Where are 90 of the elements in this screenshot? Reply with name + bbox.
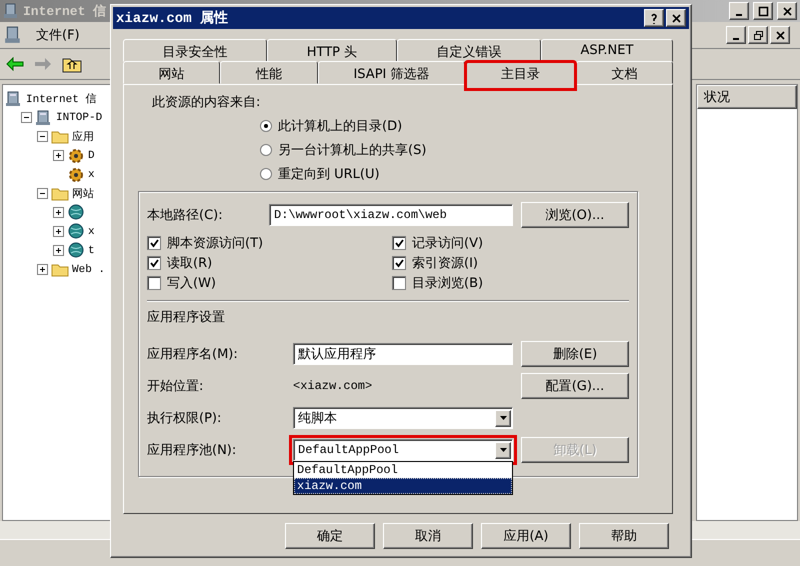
tree-item[interactable]: t — [88, 244, 95, 256]
app-icon — [4, 26, 22, 44]
browse-button[interactable]: 浏览(O)... — [521, 202, 629, 228]
radio-label[interactable]: 此计算机上的目录(D) — [278, 117, 402, 135]
path-field[interactable]: D:\wwwroot\xiazw.com\web — [269, 204, 513, 226]
window-title: Internet 信 — [23, 3, 106, 20]
app-icon — [3, 3, 19, 19]
checkbox-label[interactable]: 写入(W) — [167, 274, 216, 292]
minus-icon[interactable] — [37, 188, 48, 199]
minus-icon[interactable] — [21, 112, 32, 123]
field-label: 应用程序名(M): — [147, 346, 239, 363]
close-icon[interactable] — [774, 30, 786, 40]
checkbox-label[interactable]: 脚本资源访问(T) — [167, 234, 264, 252]
tree-item[interactable]: INTOP-D — [56, 112, 102, 124]
tab[interactable]: 主目录 — [465, 61, 576, 90]
action-button[interactable]: 配置(G)... — [521, 373, 629, 399]
tree-item[interactable]: 应用 — [72, 129, 94, 144]
checkbox[interactable] — [392, 276, 406, 290]
checkbox-label[interactable]: 目录浏览(B) — [412, 274, 484, 292]
close-icon[interactable] — [670, 12, 682, 24]
app-name-field[interactable]: 默认应用程序 — [293, 343, 513, 365]
tab[interactable]: 文档 — [576, 61, 673, 84]
dropdown-arrow-icon[interactable] — [500, 448, 506, 452]
tab[interactable]: ASP.NET — [540, 39, 674, 62]
radio-button[interactable] — [260, 120, 272, 132]
gear-icon — [67, 166, 85, 182]
checkbox[interactable] — [147, 236, 161, 250]
dialog-button[interactable]: 应用(A) — [481, 523, 571, 549]
tab[interactable]: 自定义错误 — [396, 39, 541, 62]
plus-icon[interactable] — [53, 207, 64, 218]
tree-item[interactable]: x — [88, 226, 95, 238]
plus-icon[interactable] — [53, 226, 64, 237]
radio-label[interactable]: 重定向到 URL(U) — [278, 165, 380, 183]
column-header[interactable]: 状况 — [697, 85, 797, 109]
radio-button[interactable] — [260, 168, 272, 180]
folder-icon — [51, 186, 69, 201]
tree-item[interactable]: x — [88, 168, 95, 180]
checkbox[interactable] — [392, 236, 406, 250]
field-label: 开始位置: — [147, 378, 204, 395]
plus-icon[interactable] — [53, 150, 64, 161]
minus-icon[interactable] — [37, 131, 48, 142]
radio-label[interactable]: 另一台计算机上的共享(S) — [278, 141, 426, 159]
section-heading: 应用程序设置 — [147, 309, 226, 326]
help-icon[interactable] — [648, 12, 660, 24]
tab[interactable]: 网站 — [123, 61, 220, 84]
tab[interactable]: HTTP 头 — [267, 39, 397, 62]
field-label: 执行权限(P): — [147, 410, 222, 427]
globe-icon — [67, 204, 85, 221]
menu-item[interactable]: 文件(F) — [30, 24, 86, 46]
folder-icon — [51, 262, 69, 277]
dialog-button[interactable]: 帮助 — [579, 523, 669, 549]
tree-item[interactable]: 网站 — [72, 186, 94, 201]
restore-icon[interactable] — [752, 30, 764, 40]
tree-item[interactable]: D — [88, 150, 95, 162]
checkbox[interactable] — [147, 256, 161, 270]
tab[interactable]: 目录安全性 — [123, 39, 268, 62]
server-icon — [35, 110, 53, 126]
start-location: <xiazw.com> — [293, 379, 372, 393]
checkbox-label[interactable]: 读取(R) — [167, 254, 212, 272]
pool-dropdown[interactable]: DefaultAppPool — [293, 439, 513, 461]
globe-icon — [67, 223, 85, 240]
server-icon — [5, 90, 23, 106]
plus-icon[interactable] — [37, 264, 48, 275]
dropdown-option[interactable]: xiazw.com — [294, 478, 512, 494]
plus-icon[interactable] — [53, 245, 64, 256]
tree-item[interactable]: Internet 信 — [26, 91, 96, 106]
maximize-icon[interactable] — [758, 6, 768, 16]
folder-icon — [51, 129, 69, 144]
tab[interactable]: ISAPI 筛选器 — [318, 61, 466, 84]
back-arrow-icon[interactable] — [6, 57, 24, 71]
checkbox-label[interactable]: 索引资源(I) — [412, 254, 478, 272]
tab[interactable]: 性能 — [220, 61, 318, 84]
checkbox[interactable] — [392, 256, 406, 270]
section-label: 此资源的内容来自: — [151, 94, 262, 111]
globe-icon — [67, 242, 85, 259]
dialog-button[interactable]: 确定 — [285, 523, 375, 549]
dialog-button[interactable]: 取消 — [383, 523, 473, 549]
checkbox-label[interactable]: 记录访问(V) — [412, 234, 484, 252]
gear-icon — [67, 148, 85, 164]
dialog-title: xiazw.com 属性 — [116, 9, 228, 27]
checkbox[interactable] — [147, 276, 161, 290]
tree-item[interactable]: Web . — [72, 264, 106, 276]
dropdown-arrow-icon[interactable] — [500, 416, 506, 420]
close-icon[interactable] — [782, 6, 792, 16]
dropdown-option[interactable]: DefaultAppPool — [294, 462, 512, 478]
field-label: 本地路径(C): — [147, 207, 224, 224]
permission-dropdown[interactable]: 纯脚本 — [293, 407, 513, 429]
radio-button[interactable] — [260, 144, 272, 156]
field-label: 应用程序池(N): — [147, 442, 238, 459]
action-button[interactable]: 删除(E) — [521, 341, 629, 367]
